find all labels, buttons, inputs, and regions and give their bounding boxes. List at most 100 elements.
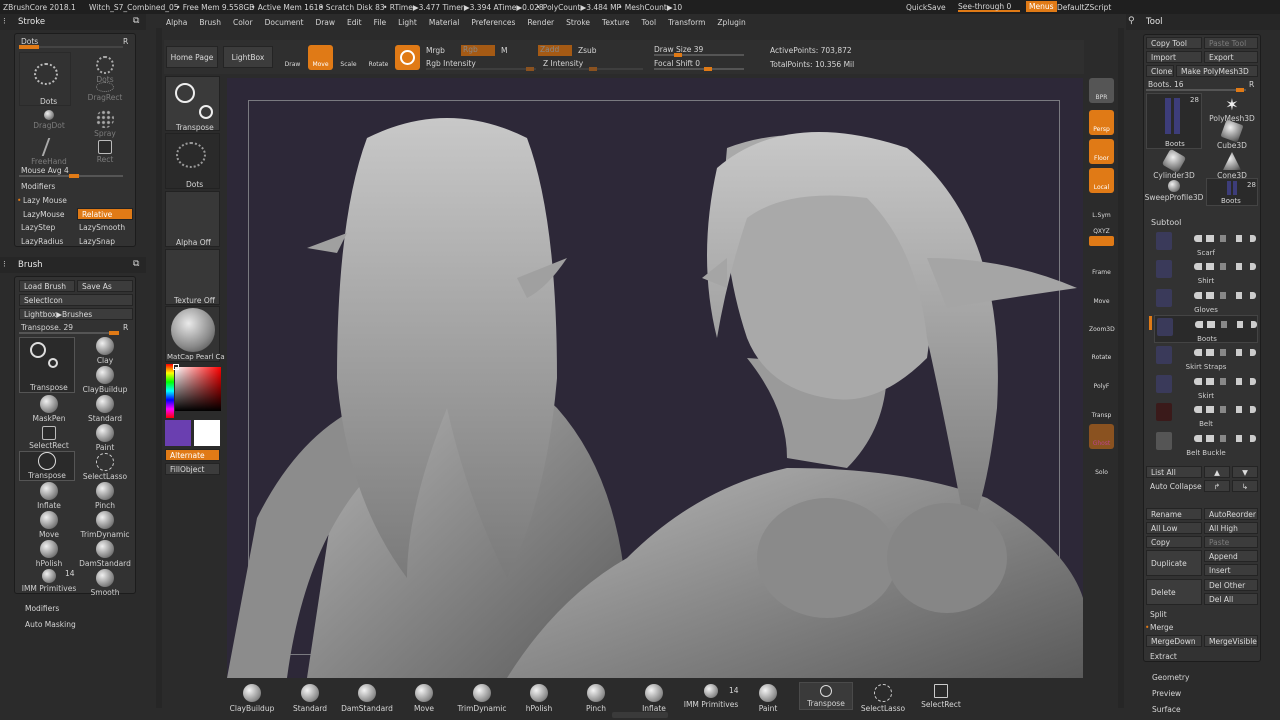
menus-button[interactable]: Menus [1026, 1, 1057, 12]
geometry-section[interactable]: Geometry [1152, 673, 1189, 682]
all-low-button[interactable]: All Low [1146, 522, 1202, 534]
brush-trimdynamic[interactable]: TrimDynamic [79, 511, 131, 541]
auto-masking-section[interactable]: Auto Masking [25, 620, 76, 629]
rotate-button[interactable]: Rotate [366, 45, 391, 70]
move-up-arrow-icon[interactable]: ▲ [1204, 466, 1230, 478]
preview-section[interactable]: Preview [1152, 689, 1181, 698]
tool-header[interactable]: ⚲ Tool [1126, 14, 1280, 30]
surface-section[interactable]: Surface [1152, 705, 1181, 714]
shelf-texture[interactable]: Texture Off [165, 249, 220, 305]
bottom-pinch[interactable]: Pinch [569, 684, 623, 713]
import-button[interactable]: Import [1146, 51, 1202, 63]
list-all-button[interactable]: List All [1146, 466, 1202, 478]
menu-texture[interactable]: Texture [602, 18, 629, 27]
secondary-color-swatch[interactable] [194, 420, 220, 446]
stroke-dots-large[interactable]: Dots [19, 52, 71, 106]
subtool-skirt[interactable]: Skirt [1154, 373, 1258, 401]
brush-modifiers-section[interactable]: Modifiers [25, 604, 59, 613]
brush-inflate[interactable]: Inflate [23, 482, 75, 512]
transpose-slider[interactable]: Transpose. 29 [21, 323, 73, 332]
lazystep-slider[interactable]: LazyStep [21, 223, 55, 232]
mrgb-button[interactable]: Mrgb [426, 46, 445, 55]
menu-document[interactable]: Document [265, 18, 304, 27]
r-button[interactable]: R [123, 37, 128, 46]
focal-shift-slider[interactable]: Focal Shift 0 [654, 59, 700, 68]
menu-render[interactable]: Render [527, 18, 554, 27]
menu-draw[interactable]: Draw [315, 18, 335, 27]
mergevisible-button[interactable]: MergeVisible [1204, 635, 1258, 647]
stroke-freehand[interactable]: FreeHand [23, 138, 75, 168]
bottom-hpolish[interactable]: hPolish [512, 684, 566, 713]
brush-smooth[interactable]: Smooth [79, 569, 131, 599]
subtool-boots[interactable]: Boots [1154, 315, 1258, 343]
tool-thumb-boots[interactable]: 28 Boots [1206, 178, 1258, 206]
shelf-transpose[interactable]: Transpose [165, 76, 220, 132]
menu-stroke[interactable]: Stroke [566, 18, 590, 27]
bottom-shelf-toggle[interactable] [612, 712, 668, 718]
menu-light[interactable]: Light [398, 18, 417, 27]
delete-button[interactable]: Delete [1146, 579, 1202, 605]
menu-color[interactable]: Color [233, 18, 253, 27]
clone-button[interactable]: Clone [1146, 65, 1174, 77]
subtool-skirt-straps[interactable]: Skirt Straps [1154, 344, 1258, 372]
move-down-arrow-icon[interactable]: ▼ [1232, 466, 1258, 478]
brush-standard[interactable]: Standard [79, 395, 131, 425]
main-color-swatch[interactable] [165, 420, 191, 446]
del-all-button[interactable]: Del All [1204, 593, 1258, 605]
pin-icon[interactable]: ⧉ [133, 16, 139, 26]
current-brush-transpose[interactable]: Transpose [19, 337, 75, 393]
stroke-spray[interactable]: Spray [79, 110, 131, 140]
menu-edit[interactable]: Edit [347, 18, 362, 27]
brush-maskpen[interactable]: MaskPen [23, 395, 75, 425]
mouse-avg-slider[interactable]: Mouse Avg 4 [21, 166, 69, 175]
menu-brush[interactable]: Brush [199, 18, 221, 27]
gizmo-toggle[interactable] [395, 45, 420, 70]
tool-slider[interactable]: Boots. 16 [1148, 80, 1183, 89]
menu-transform[interactable]: Transform [668, 18, 705, 27]
rotate-axis-toggle[interactable] [1089, 236, 1114, 246]
brush-transpose[interactable]: Transpose [19, 451, 75, 481]
shelf-material[interactable]: MatCap Pearl Ca [165, 306, 225, 362]
append-button[interactable]: Append [1204, 550, 1258, 562]
move-button[interactable]: Move [308, 45, 333, 70]
export-button[interactable]: Export [1204, 51, 1258, 63]
menu-tool[interactable]: Tool [642, 18, 657, 27]
rgb-intensity-slider[interactable]: Rgb Intensity [426, 59, 476, 68]
menu-file[interactable]: File [374, 18, 387, 27]
autoreorder-button[interactable]: AutoReorder [1204, 508, 1258, 520]
lsym-button[interactable]: L.Sym [1089, 196, 1114, 221]
copy-subtool-button[interactable]: Copy [1146, 536, 1202, 548]
bottom-paint[interactable]: Paint [741, 684, 795, 713]
menu-preferences[interactable]: Preferences [471, 18, 515, 27]
lazysnap-slider[interactable]: LazySnap [79, 237, 115, 246]
subtool-belt[interactable]: Belt [1154, 401, 1258, 429]
stroke-header[interactable]: ⁝ Stroke ⧉ [0, 14, 146, 30]
move-bottom-icon[interactable]: ↳ [1232, 480, 1258, 492]
brush-hpolish[interactable]: hPolish [23, 540, 75, 570]
document-canvas[interactable] [227, 78, 1083, 678]
menu-material[interactable]: Material [429, 18, 459, 27]
dots-slider[interactable]: Dots [21, 37, 38, 46]
lightbox-button[interactable]: LightBox [223, 46, 273, 68]
bpr-button[interactable]: BPR [1089, 78, 1114, 103]
bottom-damstandard[interactable]: DamStandard [340, 684, 394, 713]
brush-selectlasso[interactable]: SelectLasso [79, 453, 131, 483]
left-tray-scroll[interactable] [156, 28, 162, 708]
subtool-section[interactable]: Subtool [1151, 218, 1181, 227]
brush-header[interactable]: ⁝ Brush ⧉ [0, 257, 146, 273]
solo-button[interactable]: Solo [1089, 453, 1114, 478]
menu-zplugin[interactable]: Zplugin [717, 18, 745, 27]
pin-icon[interactable]: ⧉ [133, 259, 139, 269]
z-intensity-slider[interactable]: Z Intensity [543, 59, 583, 68]
local-button[interactable]: Local [1089, 168, 1114, 193]
ghost-button[interactable]: Ghost [1089, 424, 1114, 449]
zoom3d-button[interactable]: Zoom3D [1089, 310, 1115, 335]
bottom-trimdynamic[interactable]: TrimDynamic [455, 684, 509, 713]
frame-button[interactable]: Frame [1089, 253, 1114, 278]
draw-button[interactable]: Draw [280, 45, 305, 70]
hue-strip[interactable] [166, 364, 174, 418]
transp-button[interactable]: Transp [1089, 396, 1114, 421]
bottom-selectlasso[interactable]: SelectLasso [856, 684, 910, 713]
brush-selectrect[interactable]: SelectRect [23, 424, 75, 454]
lazysmooth-slider[interactable]: LazySmooth [79, 223, 125, 232]
